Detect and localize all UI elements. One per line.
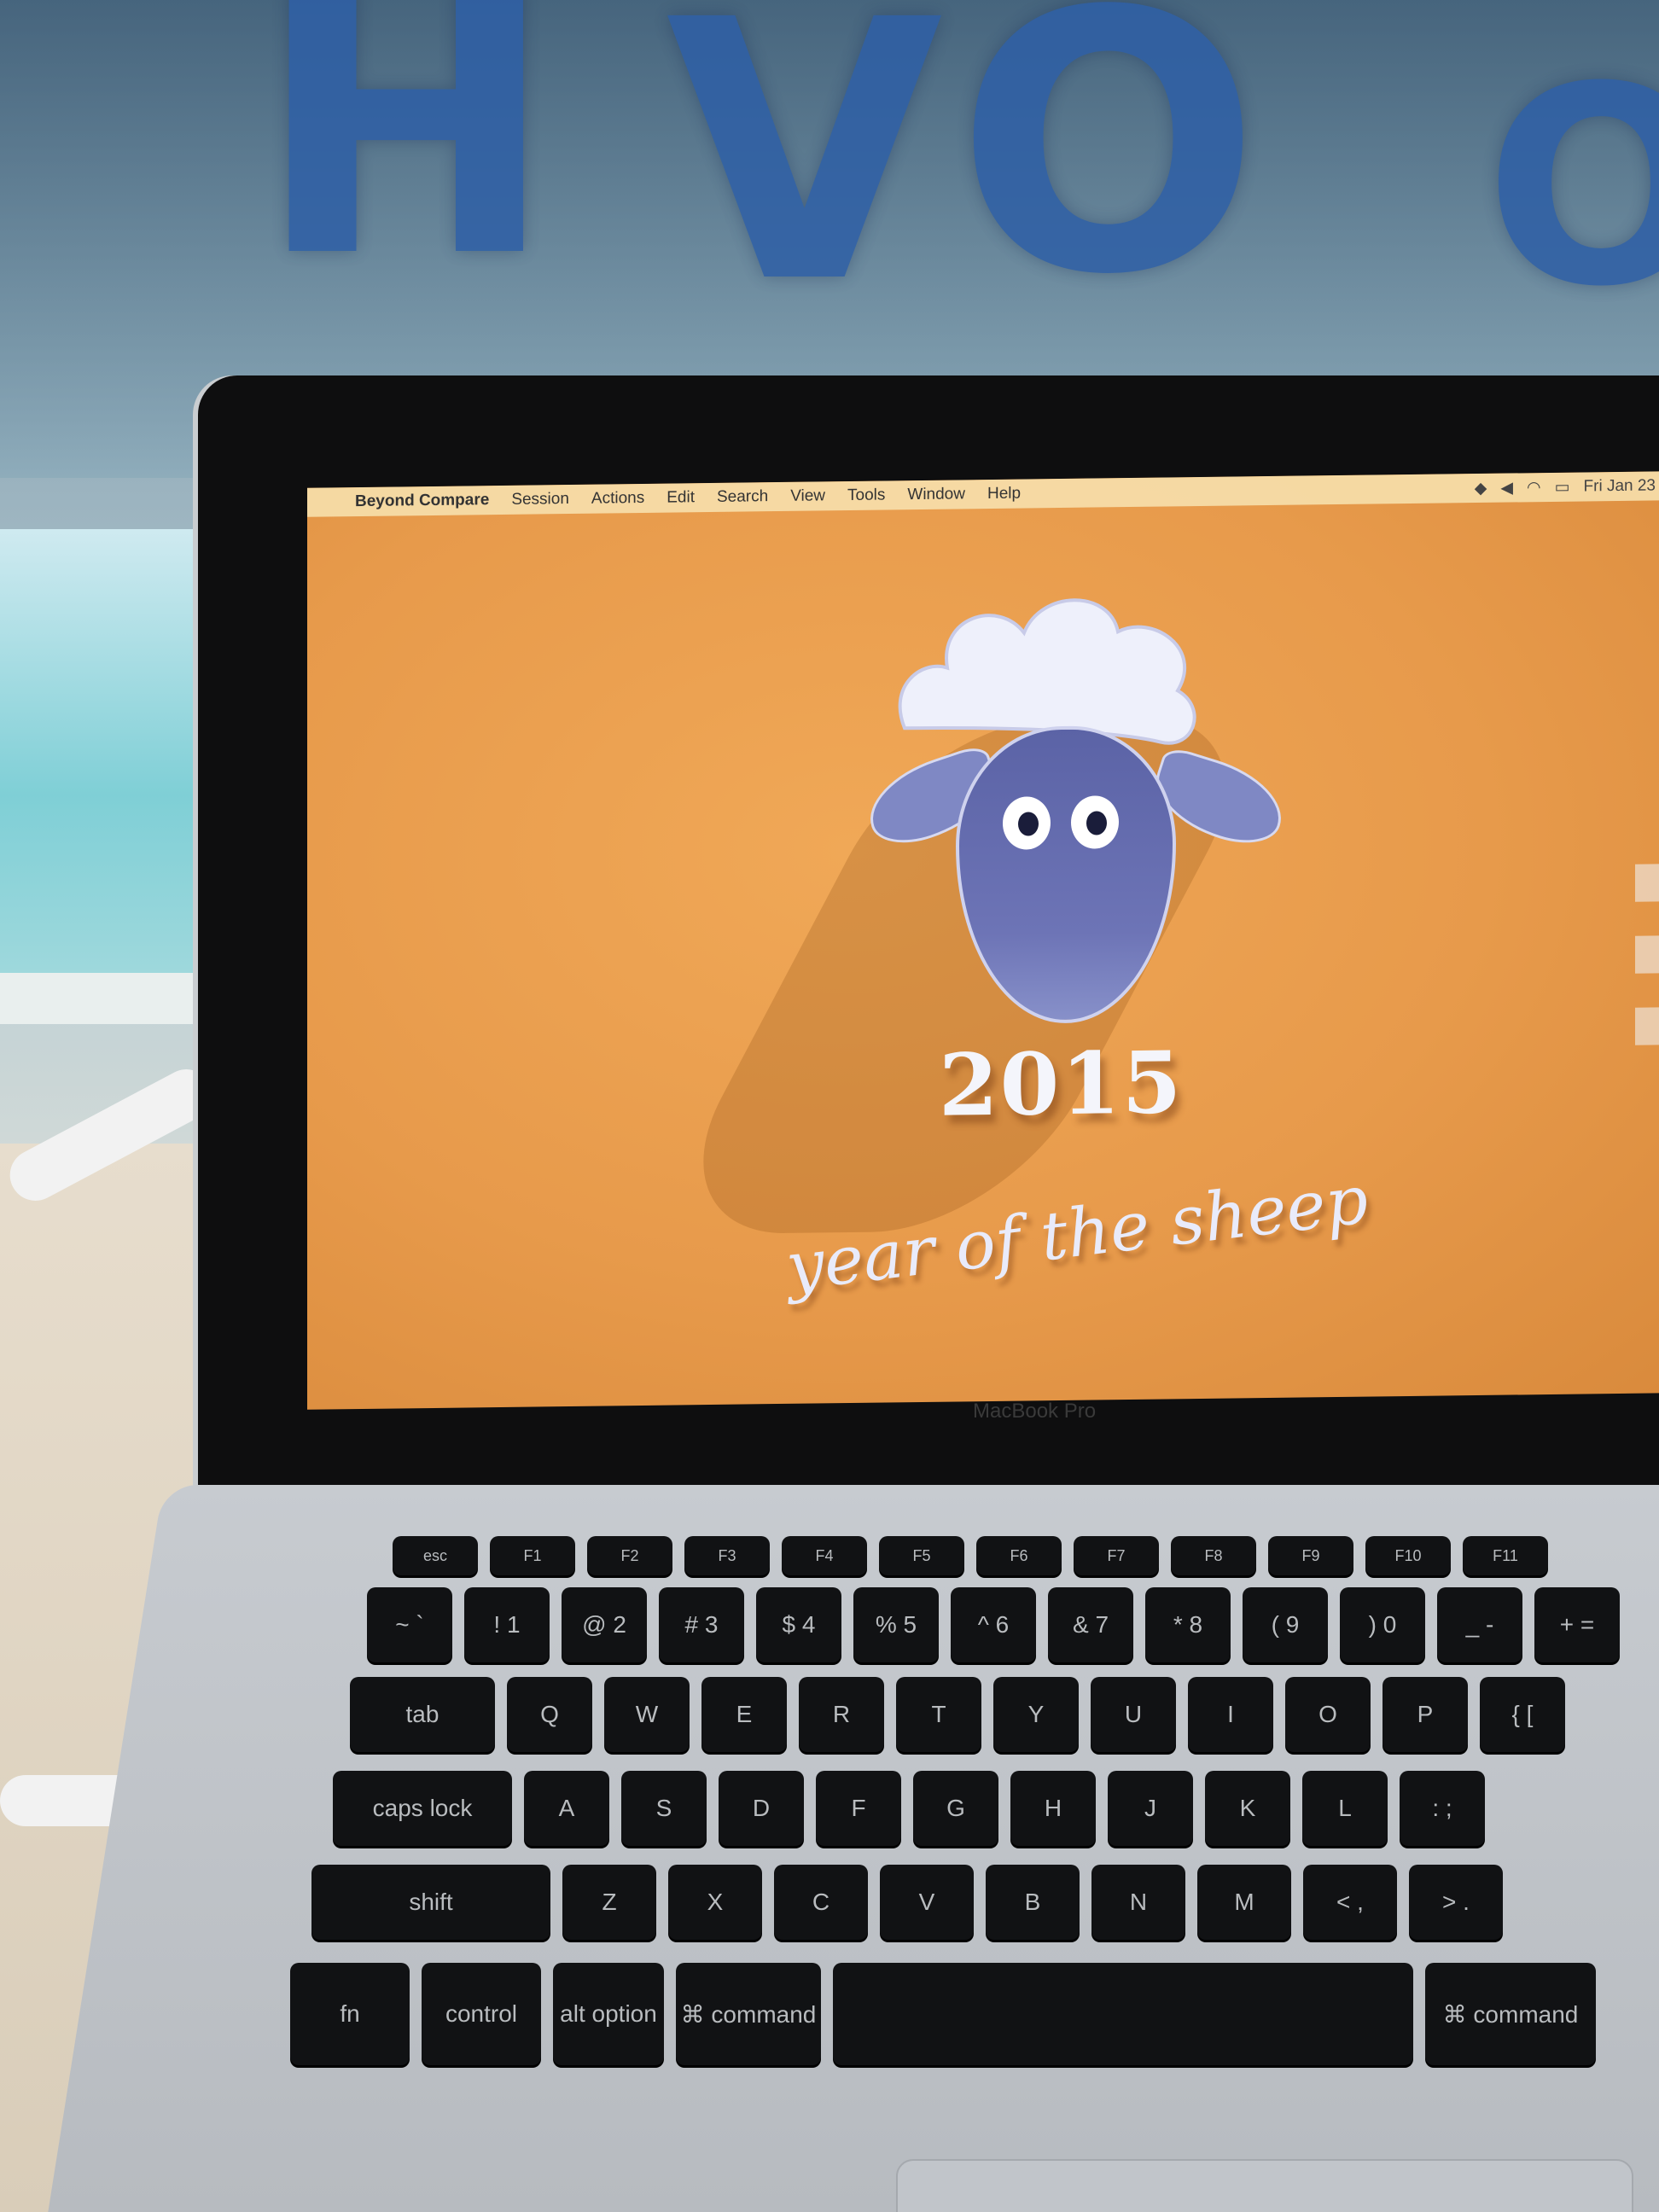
qwerty-row: tab Q W E R T Y U I O P { [ bbox=[350, 1677, 1565, 1754]
key-esc[interactable]: esc bbox=[393, 1536, 478, 1575]
key-f7[interactable]: F7 bbox=[1074, 1536, 1159, 1575]
desktop-file-icon[interactable] bbox=[1635, 935, 1659, 974]
clock-text[interactable]: Fri Jan 23 bbox=[1584, 476, 1656, 497]
key-caps-lock[interactable]: caps lock bbox=[333, 1771, 512, 1846]
number-row: ~ ` ! 1 @ 2 # 3 $ 4 % 5 ^ 6 & 7 * 8 ( 9 … bbox=[367, 1587, 1620, 1664]
menu-search[interactable]: Search bbox=[717, 487, 768, 507]
key-2[interactable]: @ 2 bbox=[562, 1587, 647, 1662]
desktop-icons bbox=[1635, 864, 1659, 1045]
key-n[interactable]: N bbox=[1091, 1865, 1185, 1940]
sign-letter: O bbox=[956, 0, 1261, 353]
key-tab[interactable]: tab bbox=[350, 1677, 495, 1752]
key-1[interactable]: ! 1 bbox=[464, 1587, 550, 1662]
key-u[interactable]: U bbox=[1091, 1677, 1176, 1752]
key-f2[interactable]: F2 bbox=[587, 1536, 672, 1575]
key-o[interactable]: O bbox=[1285, 1677, 1371, 1752]
dropbox-icon[interactable]: ◆ bbox=[1475, 479, 1487, 498]
key-7[interactable]: & 7 bbox=[1048, 1587, 1133, 1662]
key-t[interactable]: T bbox=[896, 1677, 981, 1752]
key-r[interactable]: R bbox=[799, 1677, 884, 1752]
wallpaper-year: 2015 bbox=[939, 1032, 1184, 1136]
key-q[interactable]: Q bbox=[507, 1677, 592, 1752]
key-equals[interactable]: + = bbox=[1534, 1587, 1620, 1662]
key-4[interactable]: $ 4 bbox=[756, 1587, 841, 1662]
menu-tools[interactable]: Tools bbox=[847, 486, 885, 505]
keyboard: esc F1 F2 F3 F4 F5 F6 F7 F8 F9 F10 F11 ~… bbox=[290, 1536, 1659, 2151]
menubar-status: ◆ ◀ ◠ ▭ Fri Jan 23 bbox=[1475, 476, 1656, 498]
menu-view[interactable]: View bbox=[790, 486, 825, 505]
menu-app-name[interactable]: Beyond Compare bbox=[355, 491, 489, 511]
sign-letter: V bbox=[666, 0, 944, 362]
key-f10[interactable]: F10 bbox=[1365, 1536, 1451, 1575]
menu-actions[interactable]: Actions bbox=[591, 489, 644, 509]
key-p[interactable]: P bbox=[1382, 1677, 1468, 1752]
key-y[interactable]: Y bbox=[993, 1677, 1079, 1752]
key-8[interactable]: * 8 bbox=[1145, 1587, 1231, 1662]
key-j[interactable]: J bbox=[1108, 1771, 1193, 1846]
key-control[interactable]: control bbox=[422, 1963, 541, 2065]
key-command-right[interactable]: ⌘ command bbox=[1425, 1963, 1596, 2065]
key-tilde[interactable]: ~ ` bbox=[367, 1587, 452, 1662]
key-f9[interactable]: F9 bbox=[1268, 1536, 1353, 1575]
key-f3[interactable]: F3 bbox=[684, 1536, 770, 1575]
menu-help[interactable]: Help bbox=[987, 485, 1021, 504]
key-g[interactable]: G bbox=[913, 1771, 998, 1846]
key-f[interactable]: F bbox=[816, 1771, 901, 1846]
laptop-screen: Beyond Compare Session Actions Edit Sear… bbox=[307, 471, 1659, 1410]
key-3[interactable]: # 3 bbox=[659, 1587, 744, 1662]
key-w[interactable]: W bbox=[604, 1677, 690, 1752]
key-option[interactable]: alt option bbox=[553, 1963, 664, 2065]
key-fn[interactable]: fn bbox=[290, 1963, 410, 2065]
key-semicolon[interactable]: : ; bbox=[1400, 1771, 1485, 1846]
key-v[interactable]: V bbox=[880, 1865, 974, 1940]
key-f5[interactable]: F5 bbox=[879, 1536, 964, 1575]
home-row: caps lock A S D F G H J K L : ; bbox=[333, 1771, 1485, 1848]
key-i[interactable]: I bbox=[1188, 1677, 1273, 1752]
key-c[interactable]: C bbox=[774, 1865, 868, 1940]
desktop-file-icon[interactable] bbox=[1635, 864, 1659, 902]
desktop-file-icon[interactable] bbox=[1635, 1007, 1659, 1045]
key-k[interactable]: K bbox=[1205, 1771, 1290, 1846]
key-f11[interactable]: F11 bbox=[1463, 1536, 1548, 1575]
key-b[interactable]: B bbox=[986, 1865, 1080, 1940]
key-9[interactable]: ( 9 bbox=[1243, 1587, 1328, 1662]
key-d[interactable]: D bbox=[719, 1771, 804, 1846]
wifi-icon[interactable]: ◠ bbox=[1527, 478, 1541, 498]
key-h[interactable]: H bbox=[1010, 1771, 1096, 1846]
key-f6[interactable]: F6 bbox=[976, 1536, 1062, 1575]
key-bracket[interactable]: { [ bbox=[1480, 1677, 1565, 1752]
key-m[interactable]: M bbox=[1197, 1865, 1291, 1940]
key-6[interactable]: ^ 6 bbox=[951, 1587, 1036, 1662]
sign-letter: O bbox=[1485, 29, 1659, 346]
key-command-left[interactable]: ⌘ command bbox=[676, 1963, 821, 2065]
trackpad[interactable] bbox=[896, 2159, 1633, 2212]
key-minus[interactable]: _ - bbox=[1437, 1587, 1522, 1662]
key-shift[interactable]: shift bbox=[311, 1865, 550, 1940]
key-comma[interactable]: < , bbox=[1303, 1865, 1397, 1940]
key-a[interactable]: A bbox=[524, 1771, 609, 1846]
menu-window[interactable]: Window bbox=[907, 485, 965, 504]
battery-icon[interactable]: ▭ bbox=[1555, 478, 1570, 498]
bottom-row: fn control alt option ⌘ command ⌘ comman… bbox=[290, 1963, 1596, 2065]
key-0[interactable]: ) 0 bbox=[1340, 1587, 1425, 1662]
key-f8[interactable]: F8 bbox=[1171, 1536, 1256, 1575]
shift-row: shift Z X C V B N M < , > . bbox=[311, 1865, 1503, 1941]
menu-session[interactable]: Session bbox=[511, 490, 569, 509]
volume-icon[interactable]: ◀ bbox=[1500, 479, 1513, 498]
key-f4[interactable]: F4 bbox=[782, 1536, 867, 1575]
key-5[interactable]: % 5 bbox=[853, 1587, 939, 1662]
photo-scene: H V O O Beyond Compare Session Actions E… bbox=[0, 0, 1659, 2212]
key-x[interactable]: X bbox=[668, 1865, 762, 1940]
key-period[interactable]: > . bbox=[1409, 1865, 1503, 1940]
key-e[interactable]: E bbox=[701, 1677, 787, 1752]
key-s[interactable]: S bbox=[621, 1771, 707, 1846]
sign-letter: H bbox=[256, 0, 556, 336]
key-space[interactable] bbox=[833, 1963, 1413, 2065]
key-f1[interactable]: F1 bbox=[490, 1536, 575, 1575]
menu-edit[interactable]: Edit bbox=[667, 488, 695, 507]
key-l[interactable]: L bbox=[1302, 1771, 1388, 1846]
key-z[interactable]: Z bbox=[562, 1865, 656, 1940]
bezel-label: MacBook Pro bbox=[973, 1400, 1097, 1423]
